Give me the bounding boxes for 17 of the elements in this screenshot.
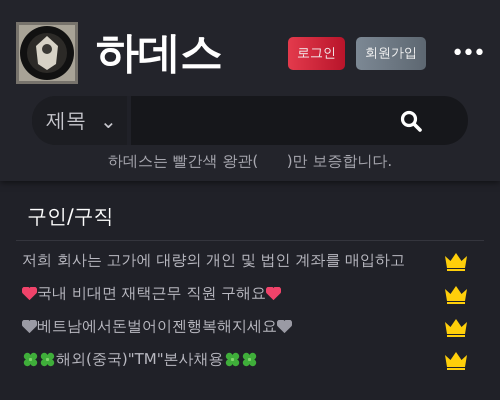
section-title: 구인/구직 <box>27 203 115 230</box>
search-type-dropdown[interactable]: 제목 ⌄ <box>32 96 131 145</box>
post-title[interactable]: 저희 회사는 고가에 대량의 개인 및 법인 계좌를 매입하고 <box>22 251 406 270</box>
logo-icon[interactable] <box>16 22 78 84</box>
login-button[interactable]: 로그인 <box>288 36 346 70</box>
clover-icon <box>22 351 39 368</box>
site-title: 하데스 <box>96 32 223 74</box>
signup-button[interactable]: 회원가입 <box>356 36 426 70</box>
more-icon[interactable]: ••• <box>451 40 484 66</box>
notice-text: 하데스는 빨간색 왕관( )만 보증합니다. <box>106 152 394 171</box>
post-title[interactable]: 국내 비대면 재택근무 직원 구해요 <box>37 284 266 303</box>
post-title[interactable]: 해외(중국)"TM"본사채용 <box>56 350 224 369</box>
clover-icon <box>39 351 56 368</box>
post-title[interactable]: 베트남에서돈벌어이젠행복해지세요 <box>37 317 277 336</box>
clover-icon <box>240 351 258 368</box>
search-icon[interactable] <box>400 110 422 132</box>
clover-icon <box>224 351 241 368</box>
